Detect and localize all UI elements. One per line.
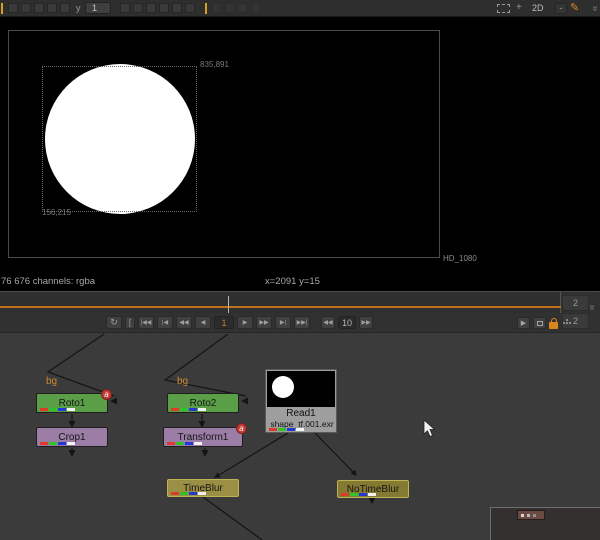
goto-end-button[interactable]: ▶▶|	[294, 316, 310, 329]
toolbar-button[interactable]	[146, 3, 156, 13]
frame-range-field-top[interactable]: 2	[562, 295, 589, 311]
pane-marker-icon	[205, 3, 207, 14]
frame-increment-field[interactable]: 10	[338, 316, 356, 329]
frame-increment-button[interactable]: ▶▶	[359, 316, 373, 329]
channel-chips	[269, 428, 304, 431]
tracker-icon[interactable]: +	[516, 2, 522, 13]
dag-navigator-panel[interactable]	[490, 507, 600, 540]
y-value-field[interactable]: 1	[85, 2, 111, 14]
playhead-marker[interactable]	[228, 296, 229, 313]
goto-start-button[interactable]: |◀◀	[138, 316, 154, 329]
timeline-panel: 2 2 » ↻ [ |◀◀ |◀ ◀◀ ◀ 1 ▶ ▶▶ ▶| ▶▶| ◀◀ 1…	[0, 291, 600, 333]
channel-chips	[171, 492, 206, 495]
pencil-icon[interactable]: ✎	[570, 1, 579, 14]
timeline-range-bar	[0, 306, 561, 308]
navigator-node-cluster	[517, 510, 545, 520]
toolbar-button[interactable]	[120, 3, 130, 13]
next-keyframe-button[interactable]: ▶|	[275, 316, 291, 329]
timeline-track[interactable]	[0, 292, 561, 313]
view-mode-dropdown[interactable]: 2D	[532, 3, 544, 13]
frame-decrement-button[interactable]: ◀◀	[321, 316, 335, 329]
bbox-channels-info: 76 676 channels: rgba	[1, 276, 95, 287]
transport-controls: ↻ [ |◀◀ |◀ ◀◀ ◀ 1 ▶ ▶▶ ▶| ▶▶| ◀◀ 10 ▶▶	[106, 316, 373, 329]
node-graph[interactable]: bg bg Roto1 a Crop1 Roto2 Transform1 a R…	[0, 333, 600, 540]
bbox-coord-topright: 835,891	[200, 60, 229, 69]
channel-chips	[341, 493, 376, 496]
flipbook-icon[interactable]: ▶	[517, 317, 530, 329]
marquee-select-icon[interactable]	[497, 4, 510, 13]
node-label: Crop1	[58, 432, 85, 443]
format-label: HD_1080	[443, 254, 477, 263]
overlay-dropdown[interactable]: -	[555, 3, 567, 14]
channel-chips	[40, 442, 75, 445]
node-crop1[interactable]: Crop1	[36, 427, 108, 447]
window-glyph	[537, 321, 543, 326]
bbox-coord-bottomleft: 156,215	[42, 208, 71, 217]
y-axis-label: y	[76, 3, 81, 13]
cursor-position-readout: x=2091 y=15	[265, 276, 320, 287]
loop-mode-button[interactable]: ↻	[106, 316, 122, 329]
mouse-cursor	[424, 420, 435, 437]
timeline-collapse-icon[interactable]: »	[586, 305, 597, 311]
read-thumbnail	[267, 371, 335, 407]
viewer-status-bar: 76 676 channels: rgba x=2091 y=15	[0, 270, 600, 291]
toolbar-button[interactable]	[8, 3, 18, 13]
toolbar-button[interactable]	[172, 3, 182, 13]
pane-marker-icon	[1, 3, 3, 14]
toolbar-button[interactable]	[212, 3, 222, 13]
play-backward-button[interactable]: ◀	[195, 316, 211, 329]
toolbar-button[interactable]	[34, 3, 44, 13]
node-roto1[interactable]: Roto1 a	[36, 393, 108, 413]
nuke-window: y 1 + 2D - ✎ » 835,891 156,215 HD_1080 7…	[0, 0, 600, 540]
node-transform1[interactable]: Transform1 a	[163, 427, 243, 447]
frame-range-field-bottom[interactable]: 2	[562, 313, 589, 329]
step-back-button[interactable]: ◀◀	[176, 316, 192, 329]
node-label: Read1	[266, 408, 336, 419]
node-roto2[interactable]: Roto2	[167, 393, 239, 413]
channel-chips	[171, 408, 206, 411]
stamp-icon	[563, 322, 565, 324]
node-timeblur[interactable]: TimeBlur	[167, 479, 239, 497]
node-label: Roto2	[190, 398, 217, 409]
toolbar-button[interactable]	[60, 3, 70, 13]
bg-input-label: bg	[46, 376, 57, 387]
thumbnail-circle	[272, 376, 294, 398]
toolbar-button[interactable]	[21, 3, 31, 13]
viewer-toolbar: y 1 + 2D - ✎ »	[0, 0, 600, 17]
timeline-right-icons: ▶	[517, 317, 565, 329]
node-label: Roto1	[59, 398, 86, 409]
toolbar-button[interactable]	[159, 3, 169, 13]
node-read1[interactable]: Read1 shape_tf.001.exr	[265, 369, 337, 433]
toolbar-button[interactable]	[225, 3, 235, 13]
animated-badge: a	[101, 389, 112, 400]
frame-window-icon[interactable]	[533, 317, 546, 329]
toolbar-button[interactable]	[251, 3, 261, 13]
pane-collapse-icon[interactable]: »	[590, 6, 600, 12]
node-notimeblur[interactable]: NoTimeBlur	[337, 480, 409, 498]
channel-chips	[40, 408, 75, 411]
toolbar-button[interactable]	[47, 3, 57, 13]
animated-badge: a	[236, 423, 247, 434]
lock-range-icon[interactable]	[549, 322, 558, 329]
node-label: Transform1	[178, 432, 229, 443]
toolbar-button[interactable]	[185, 3, 195, 13]
channel-chips	[167, 442, 202, 445]
frame-range-button[interactable]: [	[125, 316, 135, 329]
bounding-box	[42, 66, 197, 212]
toolbar-button[interactable]	[133, 3, 143, 13]
viewer-canvas[interactable]: 835,891 156,215 HD_1080	[0, 17, 600, 270]
step-forward-button[interactable]: ▶▶	[256, 316, 272, 329]
toolbar-button[interactable]	[238, 3, 248, 13]
bg-input-label: bg	[177, 376, 188, 387]
play-forward-button[interactable]: ▶	[237, 316, 253, 329]
prev-keyframe-button[interactable]: |◀	[157, 316, 173, 329]
current-frame-field[interactable]: 1	[214, 316, 234, 329]
